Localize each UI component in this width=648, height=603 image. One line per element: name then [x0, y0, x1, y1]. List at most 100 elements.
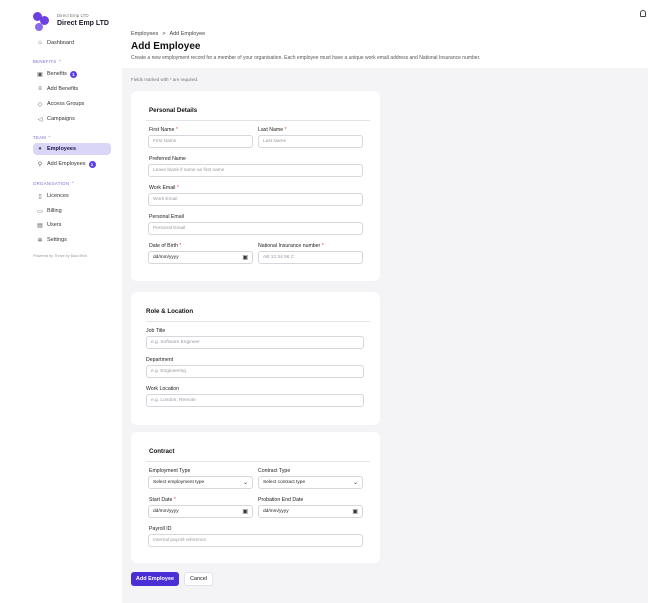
add-user-icon: ⚲ — [37, 161, 43, 168]
nav-campaigns[interactable]: ◁ Campaigns — [33, 113, 111, 125]
chevron-down-icon: ⌄ — [242, 480, 248, 486]
department-input[interactable]: e.g. Engineering — [146, 365, 364, 378]
card-title: Contract — [149, 448, 175, 455]
powered-by: Powered by Thrive by BacoTech — [33, 254, 88, 258]
nav-label: Users — [47, 222, 62, 228]
department-label: Department — [146, 357, 174, 363]
document-icon: ▯ — [38, 193, 42, 200]
breadcrumb-separator: > — [162, 31, 166, 37]
nav-licences[interactable]: ▯ Licences — [33, 190, 111, 202]
probation-end-input[interactable]: dd/mm/yyyy ▣ — [258, 505, 363, 518]
page-title: Add Employee — [131, 41, 201, 52]
nav-label: Billing — [47, 208, 62, 214]
required-note: Fields marked with * are required. — [131, 77, 199, 82]
nav-benefits[interactable]: ▣ Benefits 1 — [33, 68, 111, 80]
nav-label: Settings — [47, 237, 67, 243]
contract-card: Contract Employment Type Select employme… — [131, 432, 380, 563]
calendar-icon[interactable]: ▣ — [242, 254, 248, 261]
date-value: dd/mm/yyyy — [153, 509, 179, 514]
divider — [146, 120, 370, 121]
dob-input[interactable]: dd/mm/yyyy ▣ — [148, 251, 253, 264]
nav-add-employees[interactable]: ⚲ Add Employees 1 — [33, 158, 111, 170]
nav-label: Campaigns — [47, 116, 75, 122]
ni-input[interactable]: AB 12 34 56 C — [258, 251, 363, 264]
chevron-down-icon: ⌄ — [352, 480, 358, 486]
work-email-label: Work Email * — [149, 185, 179, 191]
nav-users[interactable]: ▤ Users — [33, 219, 111, 231]
employment-type-select[interactable]: Select employment type ⌄ — [148, 476, 253, 489]
start-date-label: Start Date * — [149, 497, 176, 503]
add-employee-button[interactable]: Add Employee — [131, 572, 179, 586]
gift-icon: ▣ — [37, 71, 43, 78]
cancel-button[interactable]: Cancel — [184, 572, 213, 586]
personal-details-card: Personal Details First Name * First Name… — [131, 91, 380, 281]
breadcrumb: Employees > Add Employee — [131, 31, 205, 37]
employment-type-label: Employment Type — [149, 468, 191, 474]
calendar-icon[interactable]: ▣ — [352, 508, 358, 515]
nav-label: Add Benefits — [47, 86, 79, 92]
megaphone-icon: ◁ — [37, 116, 43, 123]
bell-icon[interactable] — [640, 10, 646, 17]
nav-dashboard[interactable]: ⌂ Dashboard — [33, 37, 111, 49]
select-value: Select employment type — [153, 480, 205, 485]
nav-label: Dashboard — [47, 40, 74, 46]
personal-email-label: Personal Email — [149, 214, 184, 220]
work-email-input[interactable]: Work Email — [148, 193, 363, 206]
org-name: Direct Emp LTD — [57, 20, 109, 27]
nav-label: Licences — [47, 193, 69, 199]
org-subtitle: Direct Emp LTD — [57, 13, 89, 18]
main-content: Employees > Add Employee Add Employee Cr… — [122, 0, 648, 603]
section-organisation[interactable]: ORGANISATION ⌃ — [33, 181, 75, 187]
people-icon: ● — [38, 146, 42, 152]
date-value: dd/mm/yyyy — [153, 255, 179, 260]
work-location-input[interactable]: e.g. London, Remote — [146, 394, 364, 407]
contract-type-label: Contract Type — [258, 468, 291, 474]
page-description: Create a new employment record for a mem… — [131, 55, 481, 61]
nav-billing[interactable]: ▭ Billing — [33, 205, 111, 217]
breadcrumb-employees[interactable]: Employees — [131, 31, 158, 37]
job-title-label: Job Title — [146, 328, 166, 334]
nav-access-groups[interactable]: ◇ Access Groups — [33, 98, 111, 110]
section-benefits[interactable]: BENEFITS ⌃ — [33, 59, 62, 65]
payroll-id-input[interactable]: Internal payroll reference — [148, 534, 363, 547]
select-value: Select contract type — [263, 480, 306, 485]
date-value: dd/mm/yyyy — [263, 509, 289, 514]
first-name-input[interactable]: First Name — [148, 135, 253, 148]
card-title: Role & Location — [146, 308, 194, 315]
personal-email-input[interactable]: Personal Email — [148, 222, 363, 235]
nav-label: Access Groups — [47, 101, 85, 107]
preferred-name-input[interactable]: Leave blank if same as first name — [148, 164, 363, 177]
last-name-label: Last Name * — [258, 127, 287, 133]
shield-icon: ◇ — [37, 101, 43, 108]
nav-label: Benefits — [47, 71, 67, 77]
job-title-input[interactable]: e.g. Software Engineer — [146, 336, 364, 349]
nav-label: Employees — [47, 146, 77, 152]
ni-label: National Insurance number * — [258, 243, 324, 249]
section-team[interactable]: TEAM ⌃ — [33, 135, 52, 141]
start-date-input[interactable]: dd/mm/yyyy ▣ — [148, 505, 253, 518]
last-name-input[interactable]: Last Name — [258, 135, 363, 148]
count-badge: 1 — [88, 160, 96, 168]
sidebar: Direct Emp LTD Direct Emp LTD ⌂ Dashboar… — [0, 0, 122, 603]
home-icon: ⌂ — [38, 40, 42, 46]
divider — [146, 321, 370, 322]
users-icon: ▤ — [37, 222, 43, 229]
count-badge: 1 — [69, 70, 77, 78]
brand-logo — [33, 12, 53, 32]
first-name-label: First Name * — [149, 127, 178, 133]
nav-settings[interactable]: ✲ Settings — [33, 234, 111, 246]
contract-type-select[interactable]: Select contract type ⌄ — [258, 476, 363, 489]
nav-add-benefits[interactable]: ≡ Add Benefits — [33, 83, 111, 95]
gear-icon: ✲ — [37, 237, 43, 244]
card-title: Personal Details — [149, 107, 198, 114]
divider — [146, 461, 370, 462]
preferred-name-label: Preferred Name — [149, 156, 186, 162]
nav-employees[interactable]: ● Employees — [33, 143, 111, 155]
role-location-card: Role & Location Job Title e.g. Software … — [131, 292, 380, 425]
nav-label: Add Employees — [47, 161, 86, 167]
dob-label: Date of Birth * — [149, 243, 182, 249]
list-icon: ≡ — [38, 86, 42, 92]
card-icon: ▭ — [37, 208, 43, 215]
calendar-icon[interactable]: ▣ — [242, 508, 248, 515]
payroll-id-label: Payroll ID — [149, 526, 172, 532]
